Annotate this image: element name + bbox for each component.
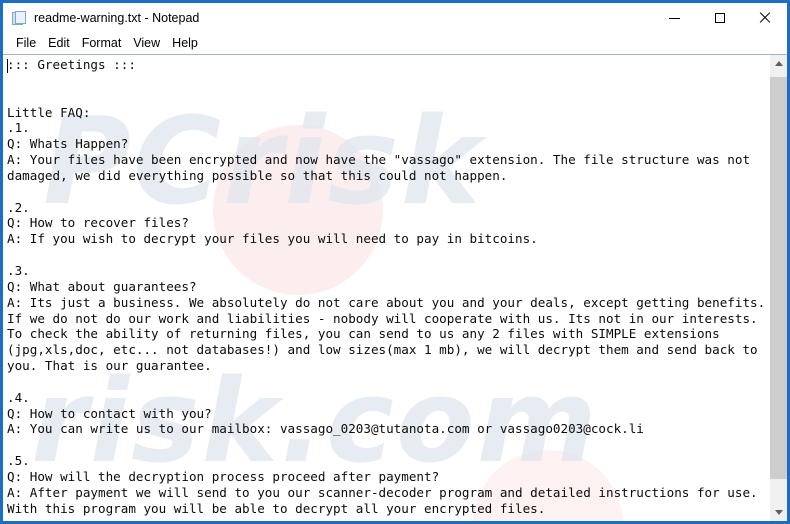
- maximize-button[interactable]: [697, 3, 742, 33]
- chevron-down-icon: [774, 510, 783, 515]
- window-title: readme-warning.txt - Notepad: [34, 10, 200, 25]
- title-bar-left: readme-warning.txt - Notepad: [3, 10, 652, 26]
- chevron-up-icon: [774, 61, 783, 66]
- title-bar: readme-warning.txt - Notepad: [3, 0, 787, 33]
- menu-item-edit[interactable]: Edit: [42, 33, 76, 54]
- text-caret: [7, 59, 8, 73]
- minimize-icon: [669, 17, 680, 19]
- menu-bar: File Edit Format View Help: [3, 33, 787, 54]
- menu-item-file[interactable]: File: [10, 33, 42, 54]
- menu-item-help[interactable]: Help: [166, 33, 204, 54]
- close-button[interactable]: [742, 3, 787, 33]
- client-area: PCrisk risk.com ::: Greetings ::: Little…: [3, 54, 787, 521]
- maximize-icon: [714, 13, 725, 23]
- minimize-button[interactable]: [652, 3, 697, 33]
- scroll-up-button[interactable]: [770, 55, 787, 72]
- scroll-down-button[interactable]: [770, 504, 787, 521]
- vertical-scrollbar[interactable]: [769, 55, 787, 521]
- ransom-note-text: ::: Greetings ::: Little FAQ: .1. Q: Wha…: [7, 57, 766, 516]
- close-icon: [759, 12, 771, 24]
- scrollbar-thumb[interactable]: [770, 77, 787, 479]
- text-editor[interactable]: PCrisk risk.com ::: Greetings ::: Little…: [3, 55, 769, 521]
- window-controls: [652, 3, 787, 33]
- scrollbar-track[interactable]: [770, 72, 787, 504]
- menu-item-format[interactable]: Format: [76, 33, 128, 54]
- text-document-icon: [12, 10, 27, 26]
- menu-item-view[interactable]: View: [127, 33, 166, 54]
- notepad-window: readme-warning.txt - Notepad File Edit F…: [0, 0, 790, 524]
